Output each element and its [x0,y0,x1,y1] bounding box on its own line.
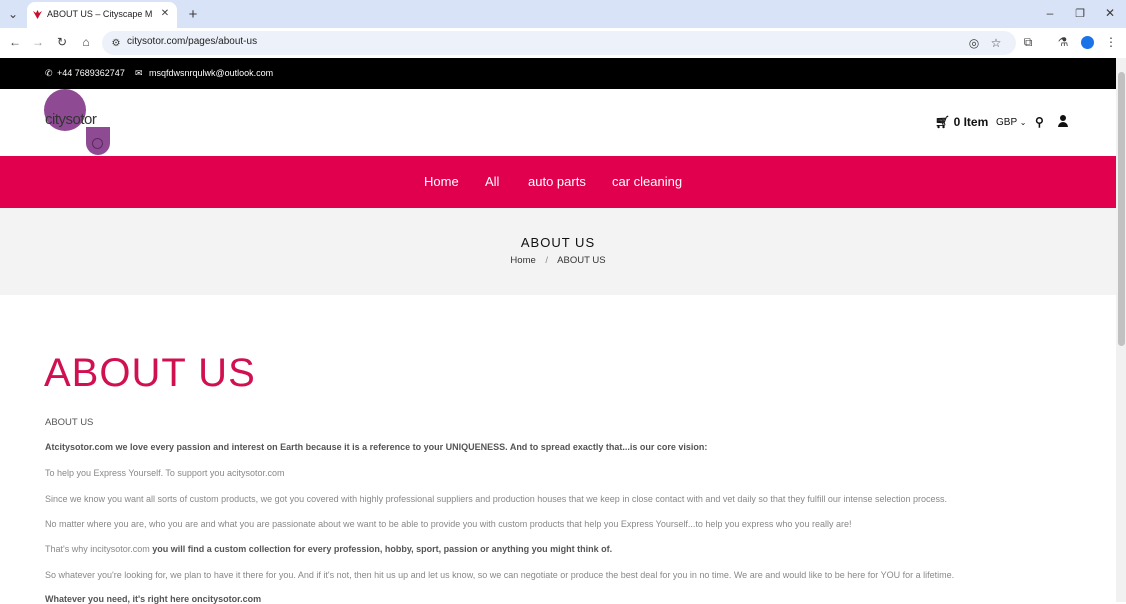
eye-off-icon[interactable]: ◎ [964,33,984,53]
logo-text: citysotor [45,111,97,128]
browser-tab-bar: ⌄ ABOUT US – Cityscape Motors ✕ + – ❐ ✕ [0,0,1126,28]
phone-number[interactable]: +44 7689362747 [57,68,125,78]
site-logo[interactable]: citysotor [44,89,114,155]
paragraph-vision: Atcitysotor.com we love every passion an… [45,442,708,452]
paragraph-collection-lead: That's why incitysotor.com [45,544,150,554]
minimize-icon[interactable]: – [1040,3,1060,23]
chevron-down-icon: ⌄ [1019,118,1027,127]
cart-label: 0 Item [953,115,989,129]
labs-flask-icon[interactable]: ⚗ [1053,32,1073,52]
phone-icon: ✆ [45,68,53,78]
email-icon: ✉ [135,68,143,78]
bookmark-star-icon[interactable]: ☆ [986,33,1006,53]
section-subtitle: ABOUT US [45,417,94,428]
breadcrumb-separator: / [545,255,549,266]
nav-item-car-cleaning[interactable]: car cleaning [612,174,682,189]
breadcrumb-home[interactable]: Home [510,255,535,266]
paragraph-lifetime: So whatever you're looking for, we plan … [45,570,955,580]
main-nav: Home All auto parts car cleaning [0,156,1116,208]
close-window-icon[interactable]: ✕ [1100,3,1120,23]
nav-item-auto-parts[interactable]: auto parts [528,174,586,189]
address-bar[interactable]: ⚙ citysotor.com/pages/about-us ◎ ☆ [102,31,1016,55]
account-icon[interactable] [1058,115,1068,127]
home-icon[interactable]: ⌂ [76,32,96,52]
restore-icon[interactable]: ❐ [1070,3,1090,23]
currency-selector[interactable]: GBP ⌄ [996,117,1026,128]
paragraph-collection-bold: you will find a custom collection for ev… [152,544,613,554]
paragraph-passion: No matter where you are, who you are and… [45,519,852,529]
paragraph-products: Since we know you want all sorts of cust… [45,494,947,504]
breadcrumb-current: ABOUT US [557,255,606,266]
site-favicon-icon [33,10,42,19]
menu-kebab-icon[interactable]: ⋮ [1101,32,1121,52]
page-title: ABOUT US [44,351,256,395]
breadcrumb: Home / ABOUT US [0,255,1116,266]
back-icon[interactable]: ← [5,32,25,52]
cart-button[interactable]: 🛒︎ 0 Item [935,115,988,129]
currency-label: GBP [996,117,1017,128]
contact-top-bar: ✆ +44 7689362747 ✉ msqfdwsnrqulwk@outloo… [0,58,1116,89]
browser-toolbar: ← → ↻ ⌂ ⚙ citysotor.com/pages/about-us ◎… [0,28,1126,59]
nav-item-home[interactable]: Home [424,174,459,189]
tab-search-chevron-icon[interactable]: ⌄ [3,4,23,24]
close-tab-icon[interactable]: ✕ [157,5,173,21]
scrollbar-thumb[interactable] [1118,72,1125,346]
profile-icon[interactable] [1077,32,1097,52]
search-icon[interactable]: ⚲ [1035,115,1044,129]
browser-tab[interactable]: ABOUT US – Cityscape Motors ✕ [27,2,177,28]
site-info-icon[interactable]: ⚙ [106,33,126,53]
nav-item-all[interactable]: All [485,174,499,189]
forward-icon[interactable]: → [28,32,48,52]
email-address[interactable]: msqfdwsnrqulwk@outlook.com [149,68,273,78]
extensions-icon[interactable]: ⧉ [1018,32,1038,52]
paragraph-collection: That's why incitysotor.com you will find… [45,544,612,554]
page-banner: ABOUT US Home / ABOUT US [0,208,1116,295]
cart-icon: 🛒︎ [935,115,951,129]
banner-title: ABOUT US [520,235,596,250]
url-text[interactable]: citysotor.com/pages/about-us [127,36,257,47]
tab-title: ABOUT US – Cityscape Motors [47,9,152,19]
site-header: citysotor 🛒︎ 0 Item GBP ⌄ ⚲ [0,89,1116,156]
paragraph-closing: Whatever you need, it's right here oncit… [45,594,262,604]
new-tab-icon[interactable]: + [183,4,203,24]
reload-icon[interactable]: ↻ [52,32,72,52]
paragraph-express: To help you Express Yourself. To support… [45,468,285,478]
